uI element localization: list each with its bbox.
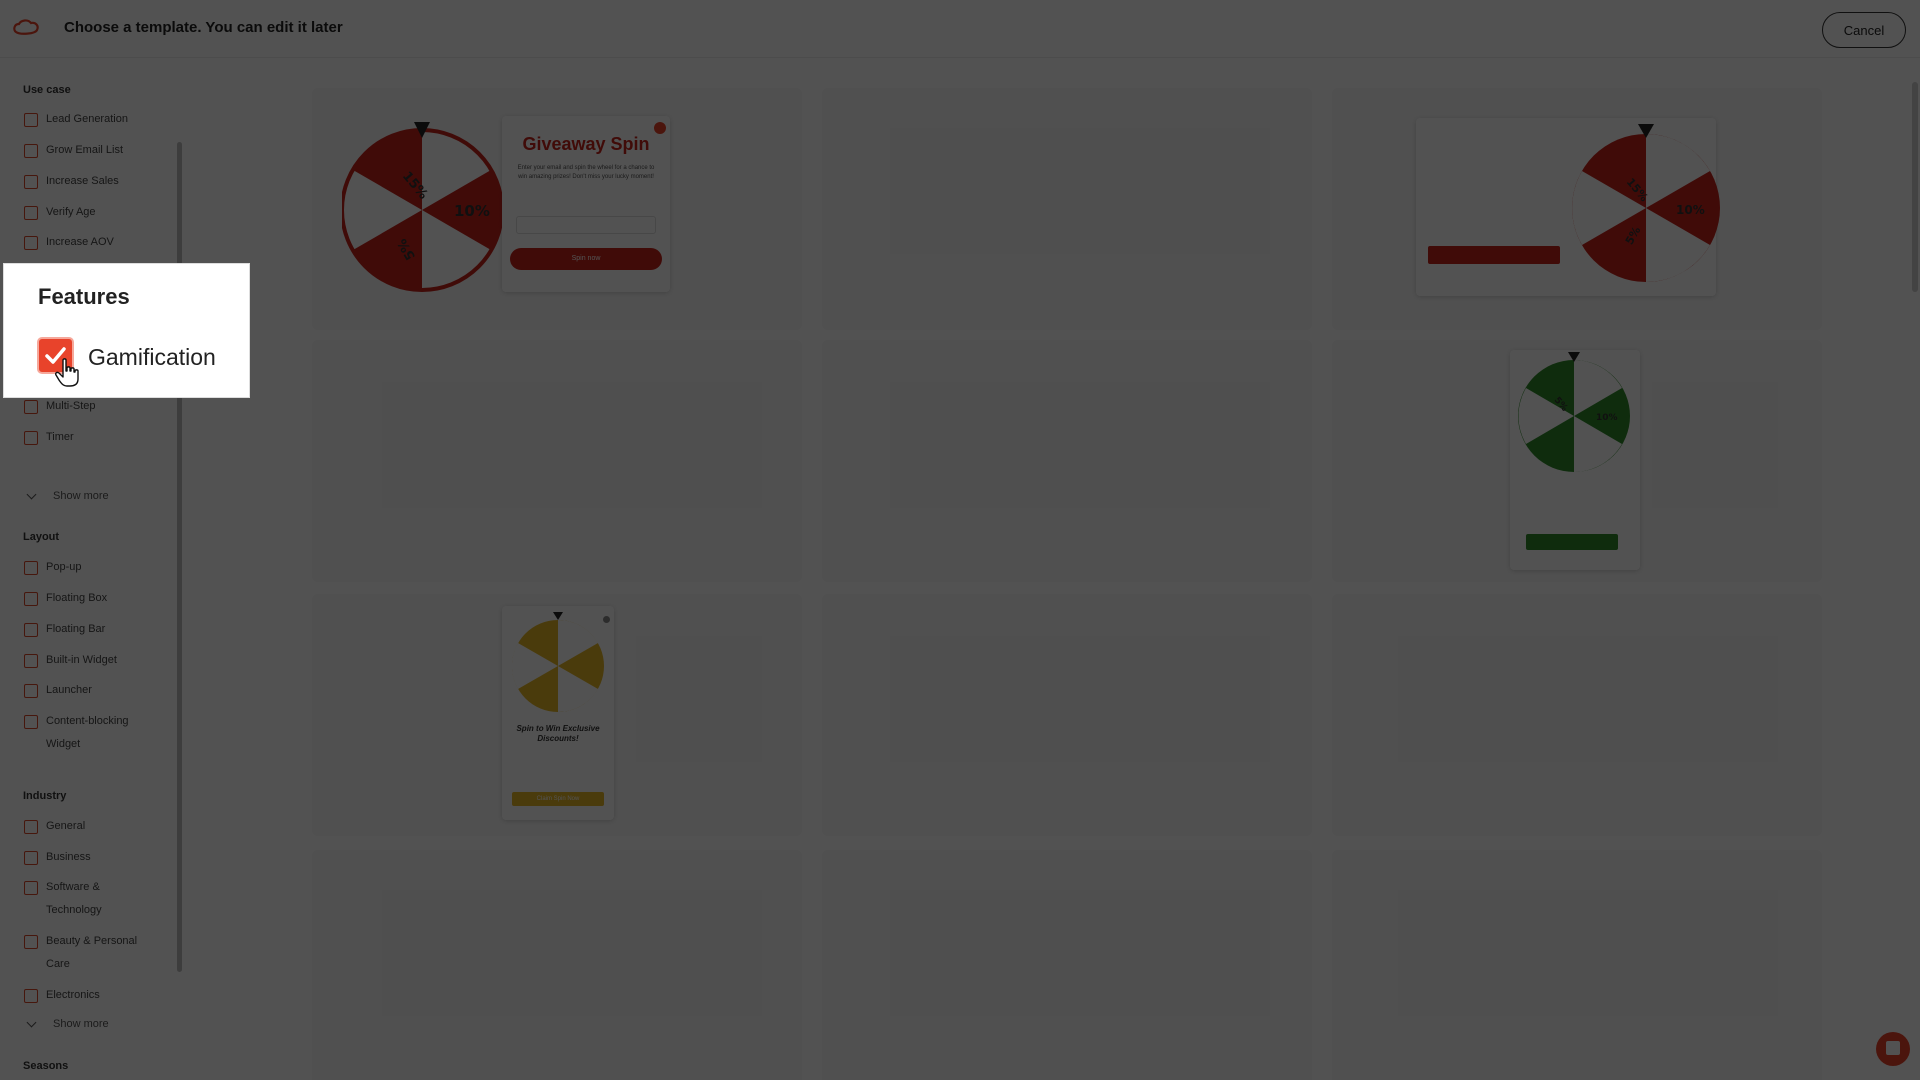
spin-button[interactable]: Spin now	[510, 248, 662, 270]
wheel-label: 10%	[364, 204, 398, 220]
page-scrollbar[interactable]	[1912, 82, 1918, 292]
section-title-industry: Industry	[23, 790, 67, 802]
section-title-features: Features	[38, 284, 130, 309]
filter-floating-bar[interactable]: Floating Bar	[24, 622, 156, 641]
checkbox[interactable]	[24, 561, 38, 575]
template-card-blank[interactable]	[312, 340, 802, 582]
template-card-yellow-wheel[interactable]: Spin to Win Exclusive Discounts! Claim S…	[312, 594, 802, 836]
giveaway-popup: Giveaway Spin Enter your email and spin …	[502, 116, 670, 292]
spin-wheel-red: 15% 5% 10% 10% 5% 10%	[342, 122, 504, 292]
checkbox[interactable]	[24, 989, 38, 1003]
email-field[interactable]	[516, 216, 656, 234]
filter-business[interactable]: Business	[24, 850, 156, 869]
spin-button[interactable]: Claim Spin Now	[512, 792, 604, 806]
checkbox[interactable]	[24, 654, 38, 668]
brand-logo-icon	[13, 19, 39, 35]
top-bar: Choose a template. You can edit it later…	[0, 0, 1920, 58]
filter-increase-sales[interactable]: Increase Sales	[24, 174, 156, 193]
checkbox[interactable]	[24, 820, 38, 834]
spin-button[interactable]	[1428, 246, 1560, 264]
spin-button[interactable]	[1526, 534, 1618, 550]
template-card-blank[interactable]	[1332, 850, 1822, 1080]
gamification-label: Gamification	[88, 344, 216, 370]
template-card-blank[interactable]	[822, 594, 1312, 836]
spin-wheel-green: 10% 5%	[1518, 352, 1630, 472]
filter-content-blocking-widget[interactable]: Content-blocking Widget	[24, 714, 156, 756]
template-card-green-wheel[interactable]: 10% 5%	[1332, 340, 1822, 582]
wheel-label: 10%	[1676, 203, 1705, 217]
checkbox[interactable]	[24, 623, 38, 637]
industry-show-more[interactable]: Show more	[26, 1017, 109, 1030]
filter-beauty-personal-care[interactable]: Beauty & Personal Care	[24, 934, 156, 976]
template-card-giveaway-spin[interactable]: 15% 5% 10% 10% 5% 10% Giveaway Spin Ente…	[312, 88, 802, 330]
checkbox[interactable]	[24, 592, 38, 606]
filter-electronics[interactable]: Electronics	[24, 988, 156, 1007]
filter-software-technology[interactable]: Software & Technology	[24, 880, 156, 922]
filter-pop-up[interactable]: Pop-up	[24, 560, 156, 579]
filter-timer[interactable]: Timer	[24, 430, 156, 449]
checkbox[interactable]	[24, 935, 38, 949]
template-body: Enter your email and spin the wheel for …	[517, 165, 655, 180]
page-title: Choose a template. You can edit it later	[64, 19, 343, 36]
filter-grow-email-list[interactable]: Grow Email List	[24, 143, 156, 162]
features-zoom-callout: Features Gamification	[3, 263, 250, 398]
checkbox[interactable]	[24, 715, 38, 729]
checkbox[interactable]	[24, 881, 38, 895]
spin-wheel-yellow	[511, 612, 604, 713]
filter-lead-generation[interactable]: Lead Generation	[24, 112, 156, 131]
spin-wheel-red: 15% 10% 5%	[1572, 124, 1720, 282]
template-card-blank[interactable]	[822, 88, 1312, 330]
template-card-blank[interactable]	[822, 850, 1312, 1080]
filter-increase-aov[interactable]: Increase AOV	[24, 235, 156, 254]
section-title-seasons: Seasons	[23, 1060, 69, 1072]
filter-multi-step[interactable]: Multi-Step	[24, 399, 156, 418]
checkbox[interactable]	[24, 400, 38, 414]
chevron-down-icon	[26, 489, 37, 499]
filter-built-in-widget[interactable]: Built-in Widget	[24, 653, 156, 672]
features-show-more[interactable]: Show more	[26, 489, 109, 502]
template-title: Giveaway Spin	[522, 134, 650, 154]
hand-pointer-icon	[55, 358, 79, 387]
section-title-use-case: Use case	[23, 84, 71, 96]
checkbox[interactable]	[24, 144, 38, 158]
template-card-red-wheel[interactable]: 15% 10% 5%	[1332, 88, 1822, 330]
filter-general[interactable]: General	[24, 819, 156, 838]
checkbox[interactable]	[24, 236, 38, 250]
template-card-blank[interactable]	[1332, 594, 1822, 836]
checkbox[interactable]	[24, 175, 38, 189]
section-title-layout: Layout	[23, 531, 60, 543]
filter-verify-age[interactable]: Verify Age	[24, 205, 156, 224]
checkbox[interactable]	[24, 431, 38, 445]
checkbox[interactable]	[24, 851, 38, 865]
wheel-label: 10%	[454, 202, 490, 220]
template-title: Spin to Win Exclusive Discounts!	[516, 724, 600, 743]
checkbox[interactable]	[24, 206, 38, 220]
filter-floating-box[interactable]: Floating Box	[24, 591, 156, 610]
template-card-blank[interactable]	[822, 340, 1312, 582]
yellow-wheel-popup: Spin to Win Exclusive Discounts! Claim S…	[502, 606, 614, 820]
filter-launcher[interactable]: Launcher	[24, 683, 156, 702]
chat-widget-button[interactable]	[1876, 1032, 1910, 1066]
chevron-down-icon	[26, 1017, 37, 1027]
cancel-button[interactable]: Cancel	[1822, 12, 1906, 48]
template-card-blank[interactable]	[312, 850, 802, 1080]
checkbox[interactable]	[24, 113, 38, 127]
close-icon	[654, 122, 666, 134]
wheel-label: 10%	[1596, 413, 1618, 423]
filter-sidebar: Use case Lead Generation Grow Email List…	[0, 58, 184, 1080]
checkbox[interactable]	[24, 684, 38, 698]
